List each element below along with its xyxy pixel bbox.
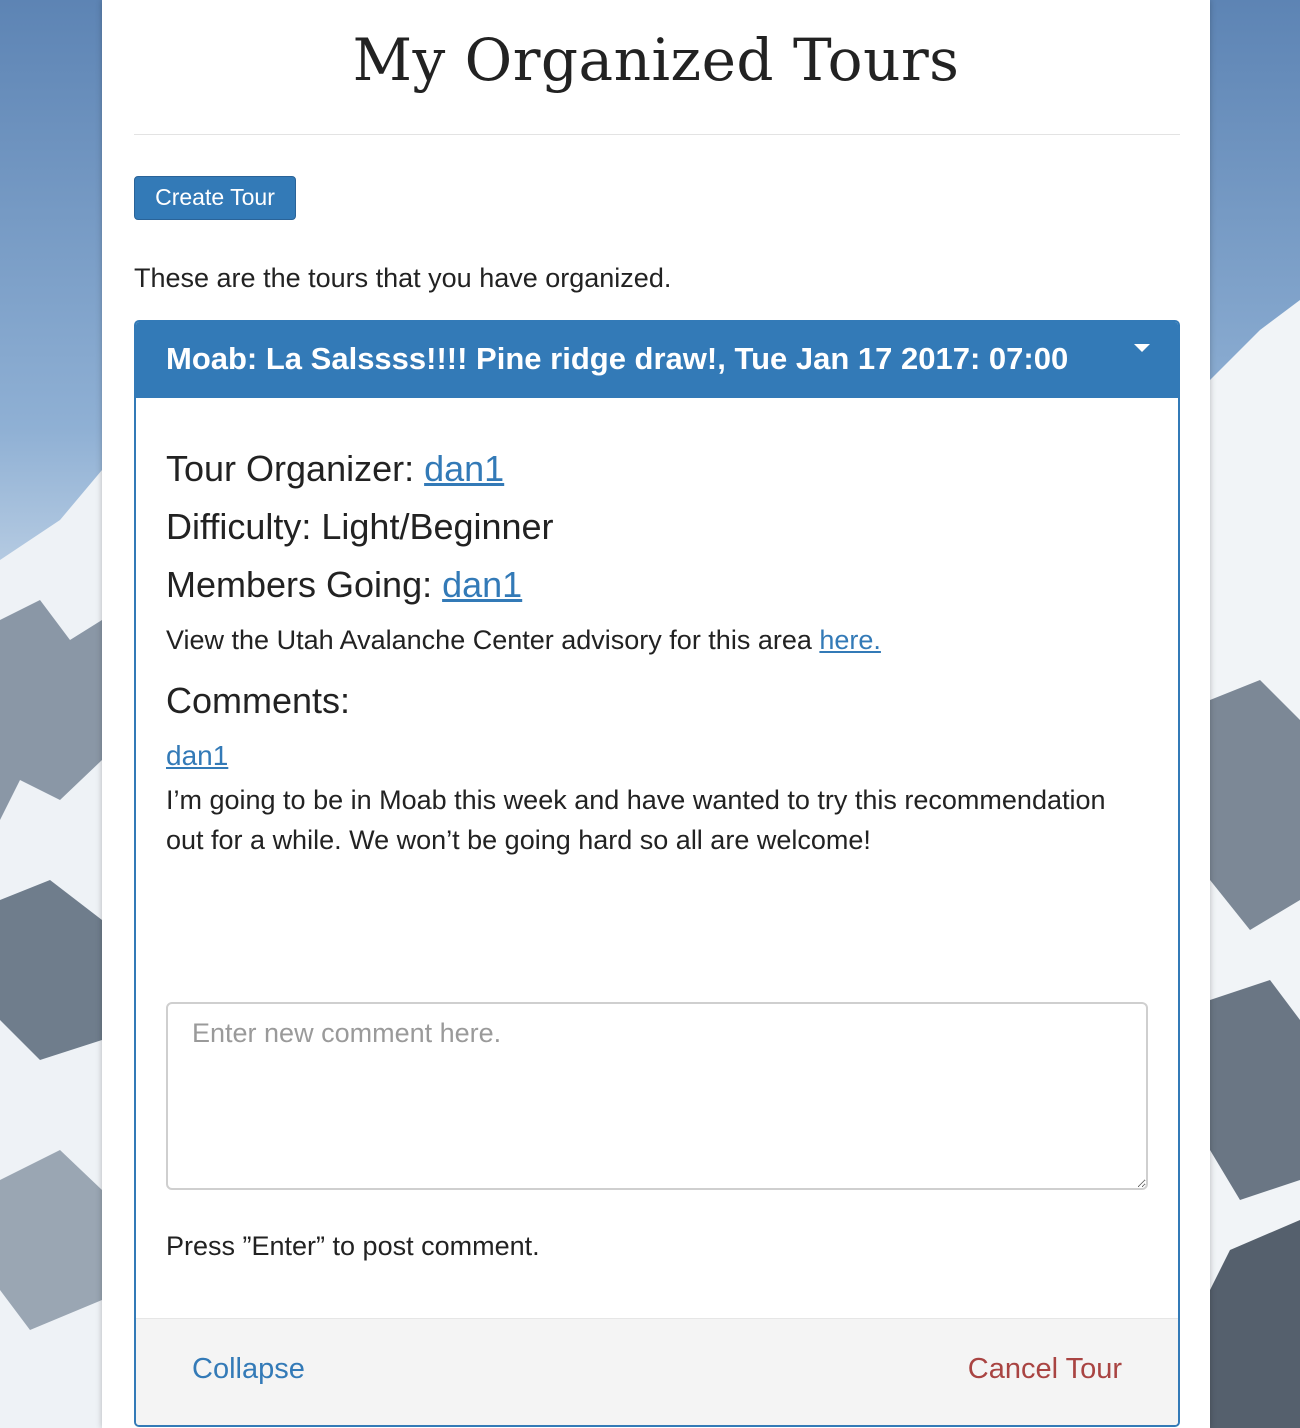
tour-card: Moab: La Salssss!!!! Pine ridge draw!, T… (134, 320, 1180, 1427)
tour-organizer-link[interactable]: dan1 (424, 448, 504, 489)
comment-author-link[interactable]: dan1 (166, 736, 228, 776)
advisory-text: View the Utah Avalanche Center advisory … (166, 620, 881, 660)
tour-organizer-label: Tour Organizer: (166, 448, 425, 489)
title-divider (134, 134, 1180, 135)
post-comment-hint: Press ”Enter” to post comment. (166, 1231, 540, 1261)
create-tour-button[interactable]: Create Tour (134, 176, 296, 220)
members-row: Members Going: dan1 (166, 562, 522, 608)
tour-card-header[interactable]: Moab: La Salssss!!!! Pine ridge draw!, T… (136, 322, 1178, 398)
member-link[interactable]: dan1 (442, 564, 522, 605)
difficulty-label: Difficulty: (166, 506, 322, 547)
caret-down-icon[interactable] (1134, 344, 1150, 352)
advisory-link[interactable]: here. (819, 625, 881, 655)
tour-organizer-row: Tour Organizer: dan1 (166, 446, 504, 492)
page-title: My Organized Tours (352, 26, 960, 94)
comment-text: I’m going to be in Moab this week and ha… (166, 785, 1106, 855)
members-label: Members Going: (166, 564, 443, 605)
cancel-tour-link[interactable]: Cancel Tour (968, 1349, 1122, 1389)
new-comment-input[interactable] (166, 1002, 1148, 1190)
intro-text: These are the tours that you have organi… (134, 263, 672, 293)
difficulty-value: Light/Beginner (321, 506, 554, 547)
comments-heading: Comments: (166, 680, 351, 721)
difficulty-row: Difficulty: Light/Beginner (166, 504, 554, 550)
tour-title: Moab: La Salssss!!!! Pine ridge draw!, T… (166, 341, 1069, 376)
tour-card-footer: Collapse Cancel Tour (136, 1318, 1178, 1425)
collapse-link[interactable]: Collapse (192, 1349, 305, 1389)
advisory-label: View the Utah Avalanche Center advisory … (166, 625, 820, 655)
main-panel: My Organized Tours Create Tour These are… (102, 0, 1210, 1428)
